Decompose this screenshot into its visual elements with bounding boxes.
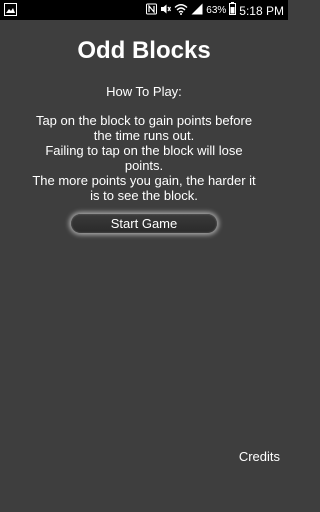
app-title: Odd Blocks bbox=[77, 37, 211, 64]
mute-icon bbox=[160, 2, 172, 20]
wifi-icon bbox=[174, 2, 188, 20]
how-to-play-heading: How To Play: bbox=[106, 84, 182, 99]
signal-icon bbox=[191, 2, 203, 20]
clock: 5:18 PM bbox=[239, 4, 284, 18]
instruction-line: The more points you gain, the harder it … bbox=[32, 173, 256, 203]
status-right: 63% 5:18 PM bbox=[146, 2, 284, 20]
start-game-button[interactable]: Start Game bbox=[71, 214, 217, 233]
gallery-icon bbox=[4, 3, 17, 20]
battery-icon bbox=[229, 2, 237, 20]
status-left bbox=[4, 3, 17, 21]
status-bar: 63% 5:18 PM bbox=[0, 0, 288, 20]
credits-button[interactable]: Credits bbox=[239, 449, 280, 465]
battery-percent: 63% bbox=[206, 5, 227, 16]
instruction-line: Failing to tap on the block will lose po… bbox=[45, 143, 243, 173]
instructions: Tap on the block to gain points before t… bbox=[30, 113, 258, 203]
instruction-line: Tap on the block to gain points before t… bbox=[35, 113, 253, 143]
nfc-icon bbox=[146, 2, 158, 20]
